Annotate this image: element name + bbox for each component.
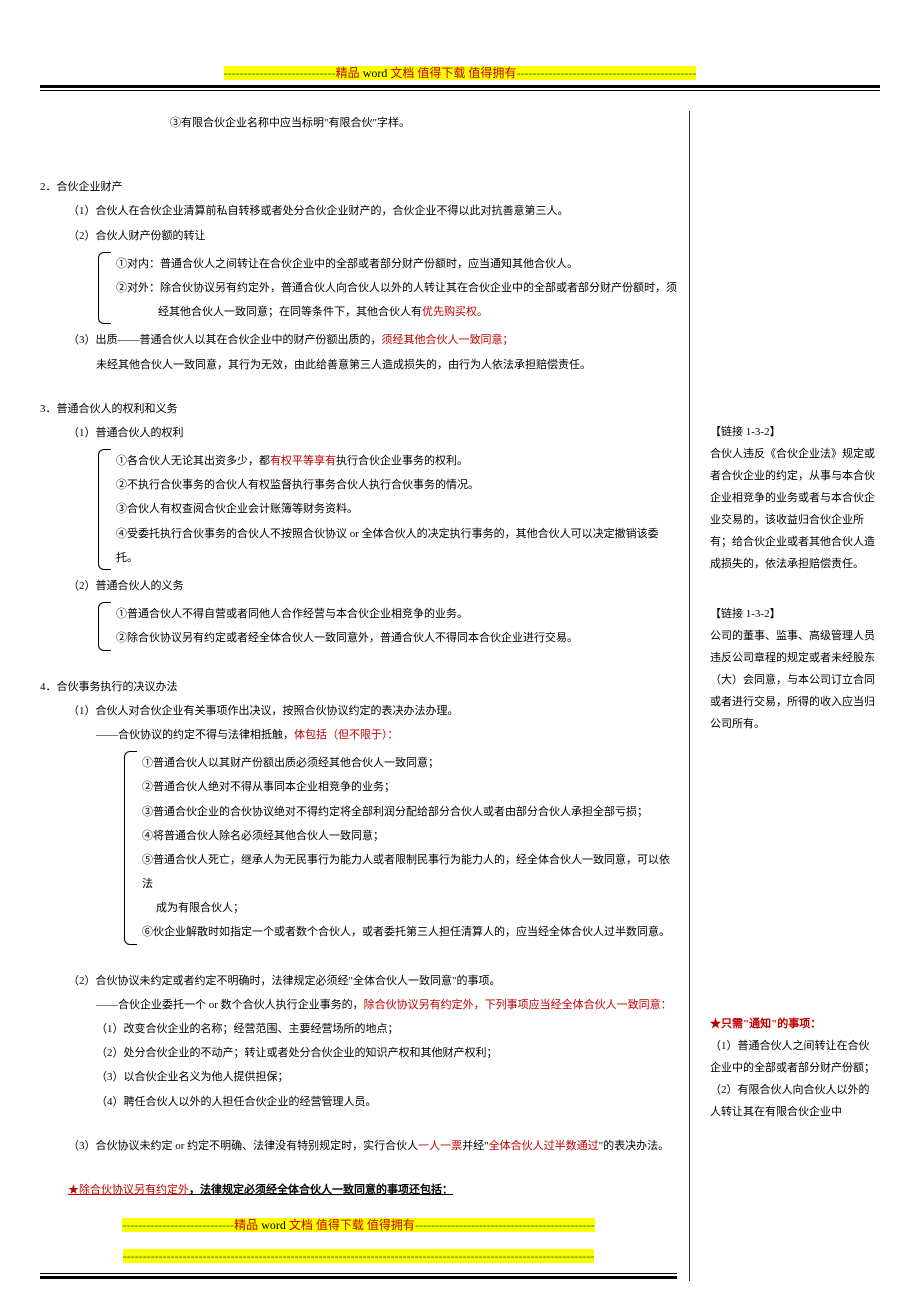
header-banner: ----------------------------精品 word 文档 值…: [40, 64, 880, 81]
ftr-t1: 精品: [234, 1218, 258, 1232]
sec4-s4: （4）聘任合伙人以外的人担任合伙企业的经营管理人员。: [40, 1090, 677, 1114]
sec4-title: 4．合伙事务执行的决议办法: [40, 675, 677, 699]
ftr-word: word: [261, 1218, 286, 1232]
sec4-b5b: 成为有限合伙人；: [142, 896, 677, 920]
side-link2: 【链接 1-3-2】 公司的董事、监事、高级管理人员违反公司章程的规定或者未经股…: [710, 603, 880, 735]
sec4-p1: （1）合伙人对合伙企业有关事项作出决议，按照合伙协议约定的表决办法办理。: [40, 699, 677, 723]
sec2-brace: ①对内：普通合伙人之间转让在合伙企业中的全部或者部分财产份额时，应当通知其他合伙…: [40, 252, 677, 325]
sec3-r4: ④受委托执行合伙事务的合伙人不按照合伙协议 or 全体合伙人的决定执行事务的，其…: [116, 522, 677, 570]
sec3-title: 3．普通合伙人的权利和义务: [40, 397, 677, 421]
sec4-b1: ①普通合伙人以其财产份额出质必须经其他合伙人一致同意；: [142, 751, 677, 775]
sec4-b5a: ⑤普通合伙人死亡，继承人为无民事行为能力人或者限制民事行为能力人的，经全体合伙人…: [142, 848, 677, 896]
sec4-star: ★除合伙协议另有约定外，法律规定必须经全体合伙人一致同意的事项还包括：: [40, 1178, 677, 1202]
main-area: ③有限合伙企业名称中应当标明"有限合伙"字样。 2．合伙企业财产 （1）合伙人在…: [40, 111, 880, 1281]
sec2-b2b: 经其他合伙人一致同意；在同等条件下，其他合伙人有优先购买权。: [116, 300, 677, 324]
sec2-p1: （1）合伙人在合伙企业清算前私自转移或者处分合伙企业财产的，合伙企业不得以此对抗…: [40, 199, 677, 223]
sec3-p1: （1）普通合伙人的权利: [40, 421, 677, 445]
sec4-s2: （2）处分合伙企业的不动产；转让或者处分合伙企业的知识产权和其他财产权利；: [40, 1041, 677, 1065]
side-link3-title: ★只需"通知"的事项：: [710, 1013, 880, 1035]
sec2-b2a: ②对外：除合伙协议另有约定外，普通合伙人向合伙人以外的人转让其在合伙企业中的全部…: [116, 276, 677, 300]
sec4-brace1: ①普通合伙人以其财产份额出质必须经其他合伙人一致同意； ②普通合伙人绝对不得从事…: [40, 751, 677, 945]
sec2-p3a: （3）出质——普通合伙人以其在合伙企业中的财产份额出质的，须经其他合伙人一致同意…: [40, 328, 677, 352]
side-link2-body: 公司的董事、监事、高级管理人员违反公司章程的规定或者未经股东（大）会同意，与本公…: [710, 625, 880, 735]
side-link3: ★只需"通知"的事项： （1）普通合伙人之间转让在合伙企业中的全部或者部分财产份…: [710, 1013, 880, 1123]
side-link2-title: 【链接 1-3-2】: [710, 603, 880, 625]
side-link1-body: 合伙人违反《合伙企业法》规定或者合伙企业的约定，从事与本合伙企业相竞争的业务或者…: [710, 443, 880, 575]
ftr-dash-r: ----------------------------------------…: [415, 1218, 595, 1232]
sec3-r3: ③合伙人有权查阅合伙企业会计账簿等财务资料。: [116, 497, 677, 521]
sec3-r1: ①各合伙人无论其出资多少，都有权平等享有执行合伙企业事务的权利。: [116, 449, 677, 473]
sidebar-column: 【链接 1-3-2】 合伙人违反《合伙企业法》规定或者合伙企业的约定，从事与本合…: [710, 111, 880, 1281]
banner-word: word: [363, 66, 388, 80]
banner-text2: 文档 值得下载 值得拥有: [390, 66, 516, 80]
ftr-dash-l: ----------------------------: [122, 1218, 234, 1232]
sec3-rights-brace: ①各合伙人无论其出资多少，都有权平等享有执行合伙企业事务的权利。 ②不执行合伙事…: [40, 449, 677, 570]
sec4-p3: （3）合伙协议未约定 or 约定不明确、法律没有特别规定时，实行合伙人一人一票并…: [40, 1134, 677, 1158]
content-column: ③有限合伙企业名称中应当标明"有限合伙"字样。 2．合伙企业财产 （1）合伙人在…: [40, 111, 690, 1281]
sec2-title: 2．合伙企业财产: [40, 175, 677, 199]
header-rule-thick: [40, 85, 880, 88]
sec4-b4: ④将普通合伙人除名必须经其他合伙人一致同意；: [142, 824, 677, 848]
side-link3-p2: （2）有限合伙人向合伙人以外的人转让其在有限合伙企业中: [710, 1079, 880, 1123]
sec4-b6: ⑥伙企业解散时如指定一个或者数个合伙人，或者委托第三人担任清算人的，应当经全体合…: [142, 920, 677, 944]
sec3-r2: ②不执行合伙事务的合伙人有权监督执行事务合伙人执行合伙事务的情况。: [116, 473, 677, 497]
sec4-b3: ③普通合伙企业的合伙协议绝对不得约定将全部利润分配给部分合伙人或者由部分合伙人承…: [142, 800, 677, 824]
sec3-duties-brace: ①普通合伙人不得自营或者同他人合作经营与本合伙企业相竞争的业务。 ②除合伙协议另…: [40, 602, 677, 650]
sec4-s3: （3）以合伙企业名义为他人提供担保；: [40, 1065, 677, 1089]
sec4-note2: ——合伙企业委托一个 or 数个合伙人执行企业事务的，除合伙协议另有约定外，下列…: [40, 993, 677, 1017]
sec2-b1: ①对内：普通合伙人之间转让在合伙企业中的全部或者部分财产份额时，应当通知其他合伙…: [116, 252, 677, 276]
ftr-t2: 文档 值得下载 值得拥有: [289, 1218, 415, 1232]
sec3-d2: ②除合伙协议另有约定或者经全体合伙人一致同意外，普通合伙人不得同本合伙企业进行交…: [116, 626, 677, 650]
document-page: ----------------------------精品 word 文档 值…: [0, 0, 920, 1301]
footer-rule-thick: [40, 1276, 677, 1279]
sec3-d1: ①普通合伙人不得自营或者同他人合作经营与本合伙企业相竞争的业务。: [116, 602, 677, 626]
banner-dash-right: ----------------------------------------…: [516, 66, 696, 80]
ftr2-dash-l: ----------------------------: [123, 1249, 235, 1263]
header-rule-thin: [40, 90, 880, 91]
sec4-b2: ②普通合伙人绝对不得从事同本企业相竞争的业务；: [142, 775, 677, 799]
footer-rule-thin: [40, 1273, 677, 1274]
banner-dash-left: ----------------------------: [224, 66, 336, 80]
sec3-p2: （2）普通合伙人的义务: [40, 574, 677, 598]
side-link1: 【链接 1-3-2】 合伙人违反《合伙企业法》规定或者合伙企业的约定，从事与本合…: [710, 421, 880, 575]
sec2-p2: （2）合伙人财产份额的转让: [40, 224, 677, 248]
sec4-note1: ——合伙协议的约定不得与法律相抵触，体包括（但不限于）：: [40, 723, 677, 747]
sec4-p2: （2）合伙协议未约定或者约定不明确时，法律规定必须经"全体合伙人一致同意"的事项…: [40, 969, 677, 993]
sec4-s1: （1）改变合伙企业的名称；经营范围、主要经营场所的地点；: [40, 1017, 677, 1041]
side-link1-title: 【链接 1-3-2】: [710, 421, 880, 443]
side-link3-p1: （1）普通合伙人之间转让在合伙企业中的全部或者部分财产份额；: [710, 1035, 880, 1079]
ftr2-dash-r: ----------------------------------------…: [235, 1249, 415, 1263]
top-note: ③有限合伙企业名称中应当标明"有限合伙"字样。: [40, 111, 677, 135]
sec2-p3b: 未经其他合伙人一致同意，其行为无效，由此给善意第三人造成损失的，由行为人依法承担…: [40, 353, 677, 377]
footer-banner: ----------------------------精品 word 文档 值…: [40, 1212, 677, 1279]
banner-text1: 精品: [336, 66, 360, 80]
ftr2-dash-r2: ----------------------------------------…: [414, 1249, 594, 1263]
